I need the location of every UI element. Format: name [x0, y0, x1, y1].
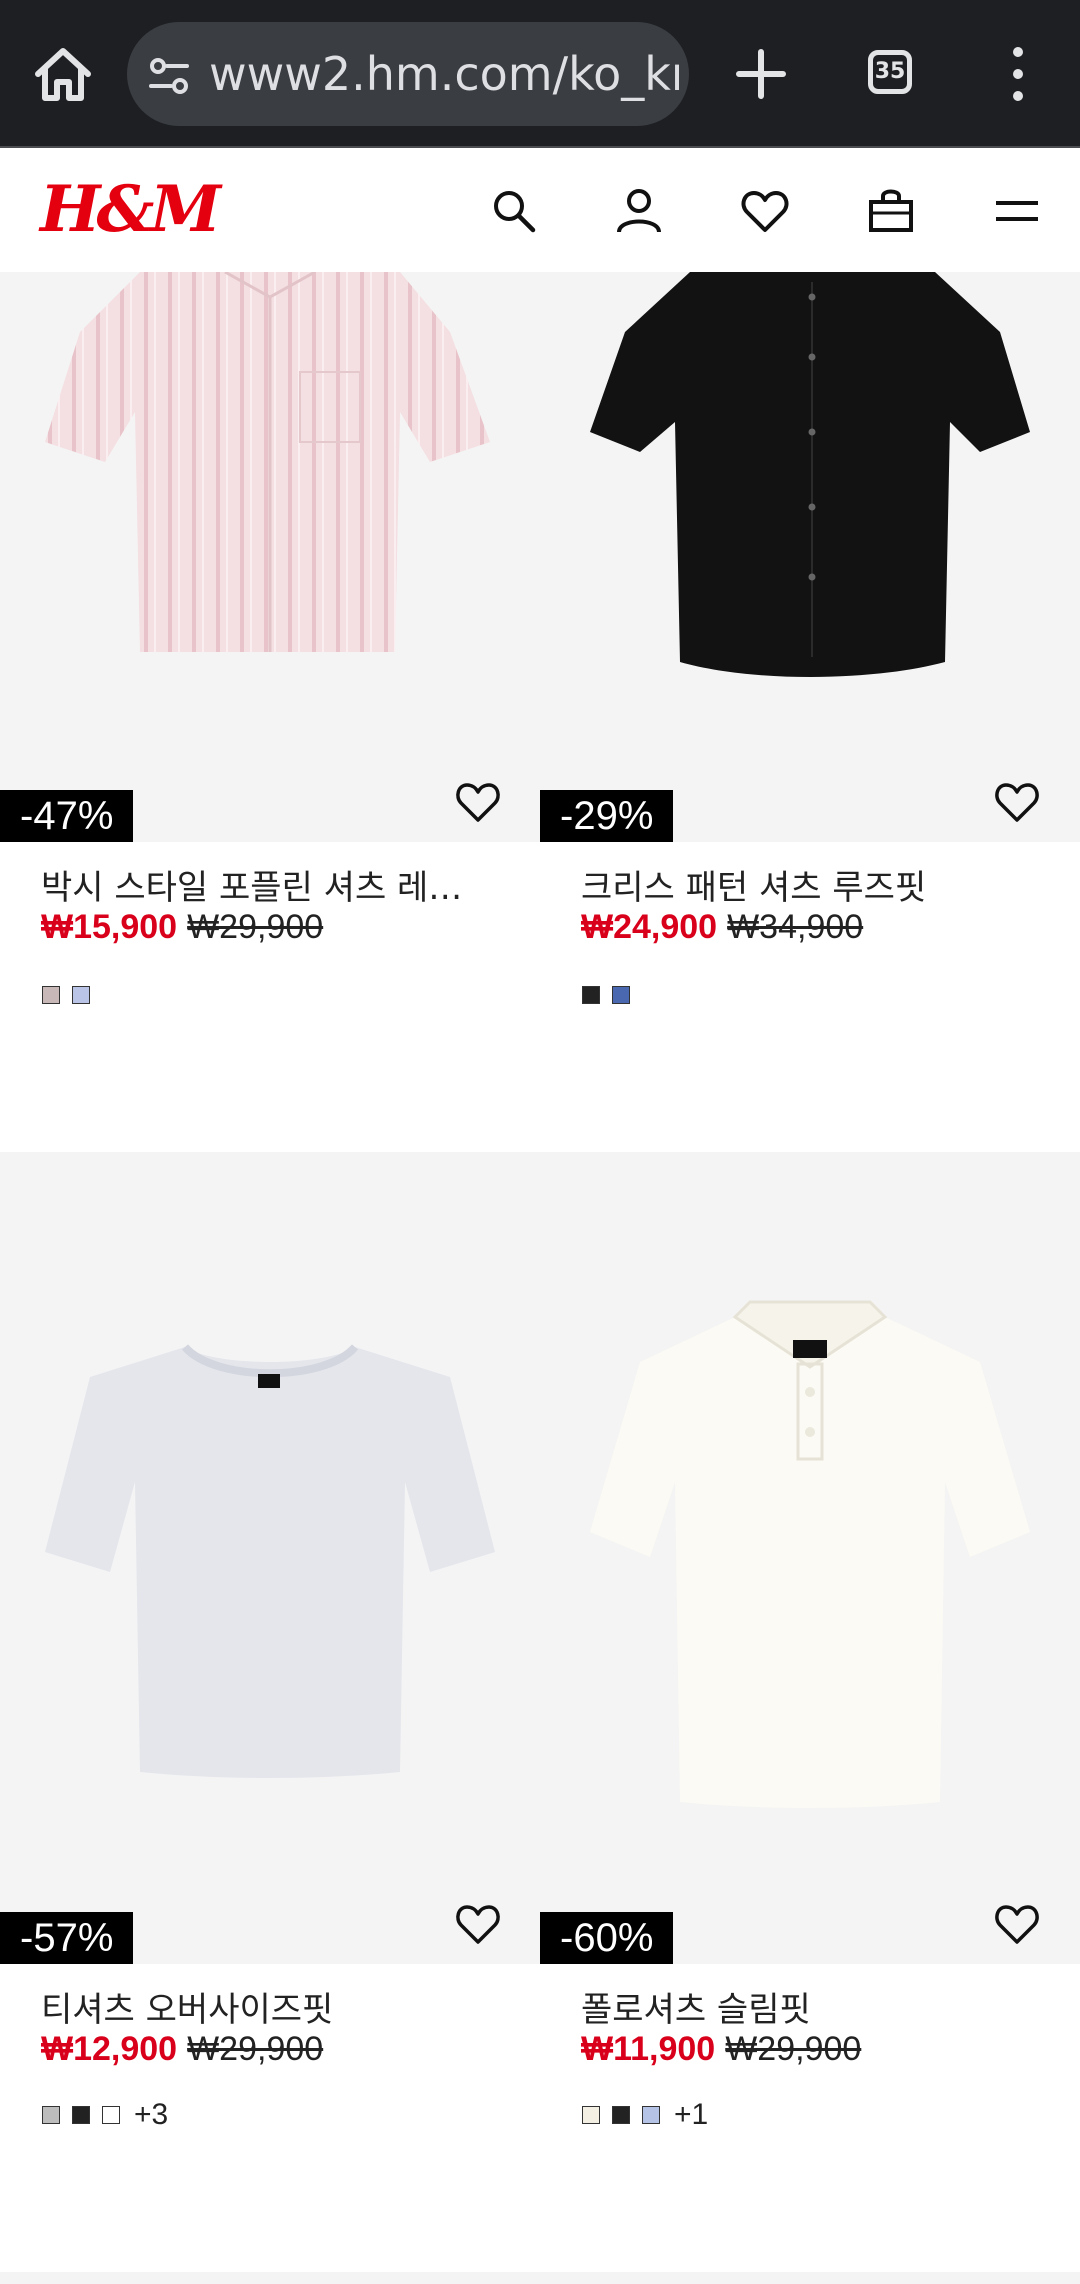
product-price: ₩12,900 ₩29,900 — [41, 2030, 323, 2069]
product-card[interactable]: -57% 티셔츠 오버사이즈핏 ₩12,900 ₩29,900 +3 — [0, 1152, 540, 2272]
address-bar[interactable]: www2.hm.com/ko_kr/ — [127, 22, 689, 126]
color-swatches: +3 — [42, 2098, 168, 2131]
site-header: H&M — [0, 148, 1080, 273]
discount-badge: -60% — [540, 1912, 674, 1964]
product-title[interactable]: 폴로셔츠 슬림핏 — [581, 1982, 1041, 2031]
color-swatches — [42, 984, 90, 1006]
color-swatch[interactable] — [42, 2106, 60, 2124]
black-shirt-image — [590, 272, 1030, 677]
product-image[interactable]: -60% — [540, 1152, 1080, 1964]
color-swatch[interactable] — [102, 2106, 120, 2124]
product-card[interactable]: -47% 박시 스타일 포플린 셔츠 레… ₩15,900 ₩29,900 — [0, 272, 540, 1152]
hm-logo[interactable]: H&M — [40, 170, 221, 250]
original-price: ₩29,900 — [725, 2030, 862, 2068]
favorite-icon[interactable] — [454, 1902, 502, 1946]
color-swatch[interactable] — [642, 2106, 660, 2124]
color-swatch[interactable] — [612, 986, 630, 1004]
product-card[interactable]: -60% 폴로셔츠 슬림핏 ₩11,900 ₩29,900 +1 — [540, 1152, 1080, 2272]
search-icon[interactable] — [489, 186, 539, 236]
product-title[interactable]: 크리스 패턴 셔츠 루즈핏 — [581, 860, 1041, 909]
sale-price: ₩11,900 — [581, 2030, 716, 2068]
color-swatch[interactable] — [582, 986, 600, 1004]
sale-price: ₩12,900 — [41, 2030, 178, 2068]
account-icon[interactable] — [614, 186, 664, 236]
site-settings-icon[interactable] — [147, 54, 191, 98]
original-price: ₩29,900 — [187, 2030, 324, 2068]
white-polo-image — [590, 1300, 1030, 1808]
color-swatches — [582, 984, 630, 1006]
favorites-icon[interactable] — [740, 186, 790, 236]
new-tab-icon[interactable] — [733, 46, 789, 102]
product-image[interactable]: -47% — [0, 272, 540, 842]
color-swatch[interactable] — [612, 2106, 630, 2124]
product-title[interactable]: 박시 스타일 포플린 셔츠 레… — [41, 860, 501, 909]
url-text[interactable]: www2.hm.com/ko_kr/ — [209, 44, 679, 104]
sale-price: ₩24,900 — [581, 908, 718, 946]
favorite-icon[interactable] — [454, 780, 502, 824]
color-swatches: +1 — [582, 2098, 708, 2131]
product-image[interactable]: -29% — [540, 272, 1080, 842]
color-swatch[interactable] — [582, 2106, 600, 2124]
product-price: ₩24,900 ₩34,900 — [581, 908, 863, 947]
discount-badge: -47% — [0, 790, 134, 842]
original-price: ₩34,900 — [727, 908, 864, 946]
browser-toolbar: www2.hm.com/ko_kr/ 35 — [0, 0, 1080, 146]
product-price: ₩11,900 ₩29,900 — [581, 2030, 861, 2069]
product-card[interactable]: -29% 크리스 패턴 셔츠 루즈핏 ₩24,900 ₩34,900 — [540, 272, 1080, 1152]
product-price: ₩15,900 ₩29,900 — [41, 908, 323, 947]
pink-striped-shirt-image — [45, 272, 490, 652]
favorite-icon[interactable] — [993, 1902, 1041, 1946]
product-title[interactable]: 티셔츠 오버사이즈핏 — [41, 1982, 501, 2031]
favorite-icon[interactable] — [993, 780, 1041, 824]
more-colors-count[interactable]: +3 — [134, 2098, 168, 2132]
discount-badge: -29% — [540, 790, 674, 842]
color-swatch[interactable] — [72, 986, 90, 1004]
menu-icon[interactable] — [992, 186, 1042, 236]
home-icon[interactable] — [32, 44, 94, 104]
sale-price: ₩15,900 — [41, 908, 178, 946]
original-price: ₩29,900 — [187, 908, 324, 946]
shopping-bag-icon[interactable] — [866, 186, 916, 236]
tab-switcher-button[interactable]: 35 — [868, 50, 912, 94]
more-options-icon[interactable] — [1006, 44, 1030, 104]
color-swatch[interactable] — [72, 2106, 90, 2124]
product-image[interactable]: -57% — [0, 1152, 540, 1964]
grey-tshirt-image — [45, 1344, 495, 1778]
next-row-image-edge — [0, 2272, 1080, 2284]
more-colors-count[interactable]: +1 — [674, 2098, 708, 2132]
discount-badge: -57% — [0, 1912, 134, 1964]
color-swatch[interactable] — [42, 986, 60, 1004]
